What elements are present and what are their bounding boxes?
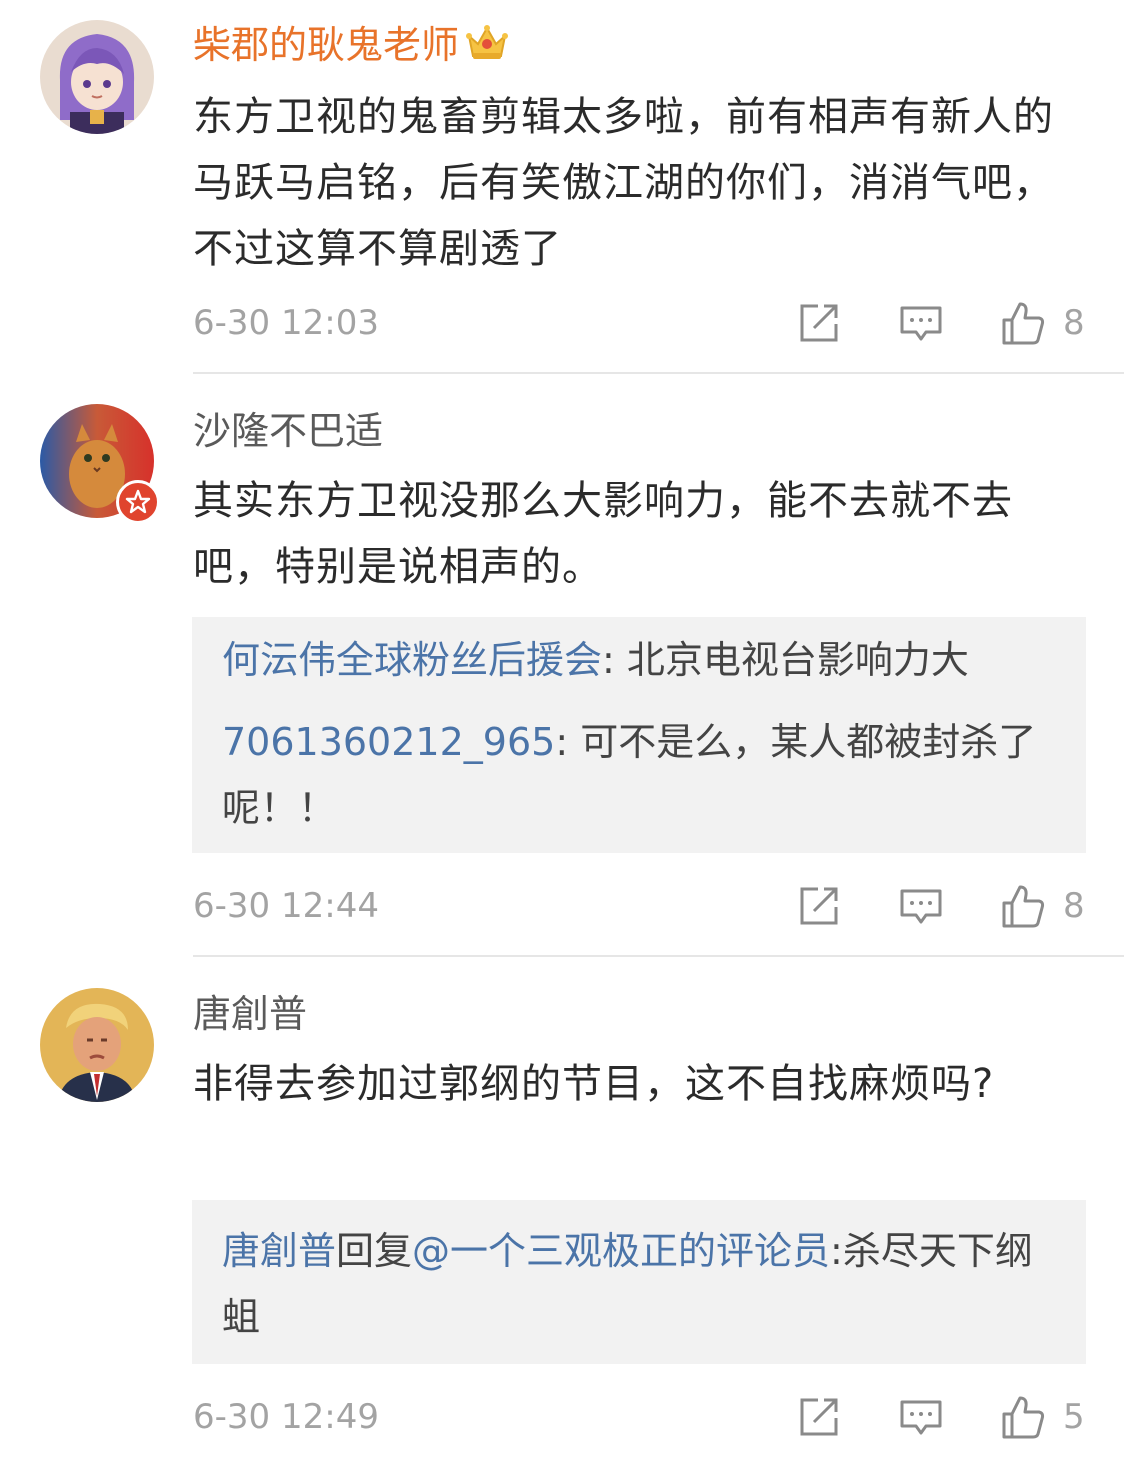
username-text[interactable]: 柴郡的耿鬼老师	[193, 23, 459, 67]
comment-text: 东方卫视的鬼畜剪辑太多啦，前有相声有新人的马跃马启铭，后有笑傲江湖的你们，消消气…	[193, 94, 1054, 272]
reply-username[interactable]: 7061360212_965	[222, 720, 555, 764]
reply-mention[interactable]: @一个三观极正的评论员	[412, 1229, 830, 1273]
comment-meta: 6-30 12:44 8	[0, 881, 1124, 931]
share-icon[interactable]	[796, 883, 842, 929]
avatar[interactable]	[40, 988, 154, 1102]
comment-icon[interactable]	[898, 1394, 944, 1440]
reply-separator: :	[555, 720, 581, 764]
reply-box[interactable]: 唐創普回复@一个三观极正的评论员:杀尽天下纲蛆	[192, 1200, 1086, 1364]
comment-meta: 6-30 12:03 8	[0, 298, 1124, 348]
comment-item: 唐創普 非得去参加过郭纲的节目，这不自找麻烦吗? 唐創普回复@一个三观极正的评论…	[0, 956, 1124, 1459]
like-count: 8	[1063, 886, 1085, 926]
share-icon[interactable]	[796, 1394, 842, 1440]
reply-username[interactable]: 何沄伟全球粉丝后援会	[222, 638, 602, 682]
reply-separator: :	[830, 1229, 843, 1273]
comment-meta: 6-30 12:49 5	[0, 1392, 1124, 1442]
like-icon[interactable]	[1000, 1394, 1046, 1440]
reply-box[interactable]: 何沄伟全球粉丝后援会: 北京电视台影响力大 7061360212_965: 可不…	[192, 617, 1086, 853]
reply-username[interactable]: 唐創普	[222, 1229, 336, 1273]
comment-text: 非得去参加过郭纲的节目，这不自找麻烦吗?	[193, 1061, 995, 1107]
like-icon[interactable]	[1000, 883, 1046, 929]
comment-icon[interactable]	[898, 300, 944, 346]
reply-item[interactable]: 唐創普回复@一个三观极正的评论员:杀尽天下纲蛆	[222, 1218, 1062, 1350]
comment-text: 其实东方卫视没那么大影响力，能不去就不去吧，特别是说相声的。	[193, 478, 1013, 590]
reply-text: 北京电视台影响力大	[626, 638, 969, 682]
username[interactable]: 唐創普	[193, 991, 307, 1037]
crown-icon	[465, 22, 509, 72]
reply-label: 回复	[336, 1229, 413, 1273]
timestamp: 6-30 12:44	[193, 886, 379, 926]
reply-item[interactable]: 7061360212_965: 可不是么，某人都被封杀了呢！！	[222, 709, 1062, 841]
username[interactable]: 柴郡的耿鬼老师	[193, 22, 509, 72]
verified-badge-icon	[116, 480, 160, 524]
share-icon[interactable]	[796, 300, 842, 346]
comment-icon[interactable]	[898, 883, 944, 929]
like-count: 8	[1063, 303, 1085, 343]
reply-separator: :	[602, 638, 627, 682]
reply-item[interactable]: 何沄伟全球粉丝后援会: 北京电视台影响力大	[222, 627, 1062, 693]
comment-item: 柴郡的耿鬼老师 东方卫视的鬼畜剪辑太多啦，前有相声有新人的马跃马启铭，后有笑傲江…	[0, 0, 1124, 374]
timestamp: 6-30 12:03	[193, 303, 379, 343]
avatar[interactable]	[40, 20, 154, 134]
timestamp: 6-30 12:49	[193, 1397, 379, 1437]
username[interactable]: 沙隆不巴适	[193, 408, 383, 454]
comment-item: 沙隆不巴适 其实东方卫视没那么大影响力，能不去就不去吧，特别是说相声的。 何沄伟…	[0, 374, 1124, 957]
like-icon[interactable]	[1000, 300, 1046, 346]
like-count: 5	[1063, 1397, 1085, 1437]
